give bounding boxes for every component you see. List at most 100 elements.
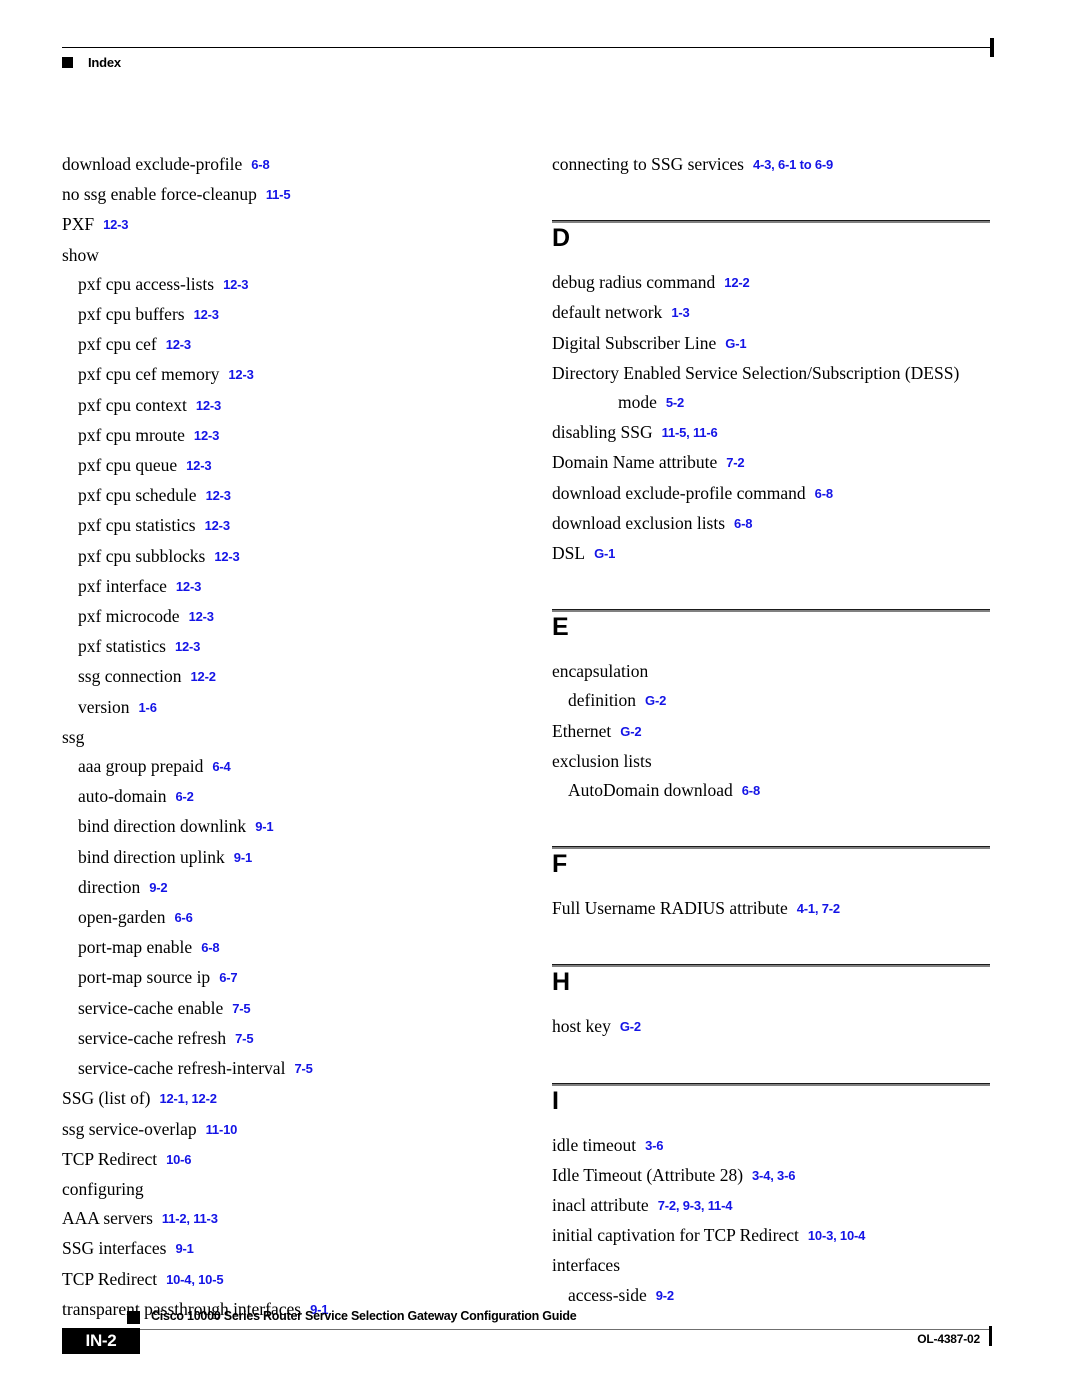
index-entry-term: pxf cpu cef	[78, 334, 157, 355]
index-entry-page-reference[interactable]: 7-2, 9-3, 11-4	[658, 1198, 733, 1213]
index-entry-term: ssg	[62, 726, 85, 747]
header-divider-rule	[62, 47, 992, 48]
section-letter-heading: I	[552, 1086, 559, 1115]
index-section-break: H	[552, 924, 992, 998]
index-entry: host key G-2	[552, 1012, 992, 1042]
index-entry: encapsulation	[552, 657, 992, 686]
index-entry-page-reference[interactable]: 9-1	[234, 850, 252, 865]
index-entry-term: interfaces	[552, 1255, 621, 1276]
index-entry-page-reference[interactable]: 6-8	[815, 486, 833, 501]
index-entry-page-reference[interactable]: 9-1	[255, 819, 273, 834]
index-entry-page-reference[interactable]: 9-2	[149, 880, 167, 895]
index-entry-page-reference[interactable]: 11-5	[266, 187, 291, 202]
index-entry-page-reference[interactable]: G-1	[594, 546, 615, 561]
header-bullet-square-icon	[62, 57, 73, 68]
footer-guide-title: Cisco 10000 Series Router Service Select…	[151, 1309, 577, 1323]
index-entry: DSL G-1	[552, 539, 992, 569]
index-entry-page-reference[interactable]: 11-10	[206, 1122, 238, 1137]
index-entry-term: host key	[552, 1016, 611, 1037]
index-entry-term: pxf cpu access-lists	[78, 273, 215, 294]
index-entry-page-reference[interactable]: 12-3	[223, 277, 248, 292]
index-entry-page-reference[interactable]: 12-3	[194, 428, 219, 443]
index-entry-page-reference[interactable]: 10-4, 10-5	[166, 1272, 223, 1287]
index-entry-page-reference[interactable]: 12-3	[176, 579, 201, 594]
index-entry-term: disabling SSG	[552, 422, 653, 443]
index-entry-page-reference[interactable]: 11-5, 11-6	[662, 425, 718, 440]
index-entry-page-reference[interactable]: 6-8	[251, 157, 269, 172]
index-entry: definition G-2	[552, 686, 992, 716]
index-entry-page-reference[interactable]: 3-6	[645, 1138, 663, 1153]
index-entry-term: direction	[78, 876, 141, 897]
index-entry-page-reference[interactable]: 6-8	[201, 940, 219, 955]
index-entry-page-reference[interactable]: 6-4	[212, 759, 230, 774]
index-entry-term: auto-domain	[78, 786, 167, 807]
index-entry-page-reference[interactable]: 5-2	[666, 395, 684, 410]
index-entry-page-reference[interactable]: 12-2	[724, 275, 749, 290]
index-entry: ssg	[62, 723, 502, 752]
index-entry-term: AAA servers	[62, 1208, 153, 1229]
index-entry-page-reference[interactable]: 7-5	[232, 1001, 250, 1016]
index-entry-page-reference[interactable]: 4-1, 7-2	[797, 901, 840, 916]
footer-bullet-square-icon	[127, 1311, 140, 1324]
index-entry: download exclude-profile 6-8	[62, 150, 502, 180]
index-entry-page-reference[interactable]: G-1	[725, 336, 746, 351]
index-entry: pxf cpu queue 12-3	[62, 451, 502, 481]
index-entry-page-reference[interactable]: 12-3	[175, 639, 200, 654]
index-entry-page-reference[interactable]: 12-3	[186, 458, 211, 473]
index-entry-page-reference[interactable]: 12-3	[206, 488, 231, 503]
index-entry-page-reference[interactable]: 7-5	[235, 1031, 253, 1046]
index-entry-page-reference[interactable]: 7-2	[726, 455, 744, 470]
section-divider-rule	[552, 964, 990, 968]
index-entry-page-reference[interactable]: 6-2	[175, 789, 193, 804]
index-entry-page-reference[interactable]: 12-3	[205, 518, 230, 533]
index-entry-page-reference[interactable]: 12-3	[103, 217, 128, 232]
index-entry-page-reference[interactable]: 11-2, 11-3	[162, 1211, 218, 1226]
index-entry-page-reference[interactable]: 12-3	[166, 337, 191, 352]
index-entry: service-cache refresh-interval 7-5	[62, 1054, 502, 1084]
index-entry-page-reference[interactable]: 4-3, 6-1 to 6-9	[753, 157, 833, 172]
footer-end-tick-mark	[989, 1326, 992, 1346]
index-entry: configuring	[62, 1175, 502, 1204]
index-entry-page-reference[interactable]: 12-1, 12-2	[159, 1091, 216, 1106]
index-entry-page-reference[interactable]: 6-7	[219, 970, 237, 985]
index-entry: inacl attribute 7-2, 9-3, 11-4	[552, 1191, 992, 1221]
index-entry-page-reference[interactable]: 12-3	[194, 307, 219, 322]
index-entry-page-reference[interactable]: 1-3	[671, 305, 689, 320]
index-entry: pxf cpu schedule 12-3	[62, 481, 502, 511]
index-entry: service-cache refresh 7-5	[62, 1024, 502, 1054]
index-entry-page-reference[interactable]: 6-8	[734, 516, 752, 531]
index-entry-term: service-cache refresh	[78, 1027, 227, 1048]
index-entry-page-reference[interactable]: 1-6	[139, 700, 157, 715]
index-entry-page-reference[interactable]: 12-3	[228, 367, 253, 382]
index-entry-page-reference[interactable]: 12-2	[191, 669, 216, 684]
index-entry-term: pxf cpu subblocks	[78, 545, 206, 566]
index-entry: mode 5-2	[552, 388, 992, 418]
index-entry: Ethernet G-2	[552, 717, 992, 747]
index-entry-term: Digital Subscriber Line	[552, 332, 717, 353]
index-entry-page-reference[interactable]: 6-8	[742, 783, 760, 798]
index-entry: default network 1-3	[552, 298, 992, 328]
index-entry-page-reference[interactable]: 10-6	[166, 1152, 191, 1167]
index-entry: Full Username RADIUS attribute 4-1, 7-2	[552, 894, 992, 924]
index-entry-page-reference[interactable]: G-2	[645, 693, 666, 708]
index-entry-page-reference[interactable]: 6-6	[174, 910, 192, 925]
index-entry-page-reference[interactable]: 12-3	[189, 609, 214, 624]
index-entry-term: aaa group prepaid	[78, 756, 204, 777]
index-entry-page-reference[interactable]: 3-4, 3-6	[752, 1168, 795, 1183]
index-entry-page-reference[interactable]: 10-3, 10-4	[808, 1228, 865, 1243]
index-entry-page-reference[interactable]: 12-3	[196, 398, 221, 413]
index-entry-term: download exclude-profile command	[552, 482, 806, 503]
index-entry-term: pxf cpu buffers	[78, 304, 185, 325]
index-entry-page-reference[interactable]: 12-3	[214, 549, 239, 564]
index-entry: port-map source ip 6-7	[62, 963, 502, 993]
index-entry-page-reference[interactable]: 7-5	[294, 1061, 312, 1076]
index-entry-page-reference[interactable]: 9-1	[176, 1241, 194, 1256]
section-letter-heading: H	[552, 968, 571, 997]
index-entry-page-reference[interactable]: G-2	[620, 724, 641, 739]
index-section-break: F	[552, 806, 992, 880]
index-entry-page-reference[interactable]: G-2	[620, 1019, 641, 1034]
index-entry-term: pxf interface	[78, 575, 167, 596]
index-entry-term: idle timeout	[552, 1134, 637, 1155]
